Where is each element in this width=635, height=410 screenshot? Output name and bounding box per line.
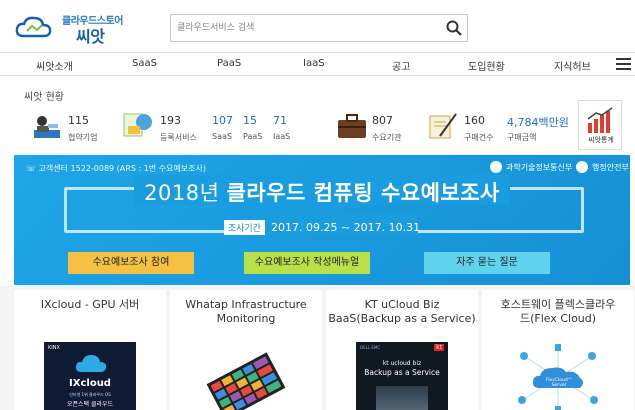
service-card-flexcloud[interactable]: 호스트웨이 플렉스클라우 드(Flex Cloud) FlexCloud™ Se…	[482, 290, 634, 410]
nav-item-intro[interactable]: 씨앗소개	[36, 58, 73, 73]
ministry-logo-icon	[576, 161, 588, 173]
kt-backup-image: DELL EMC kt kt ucloud biz Backup as a Se…	[356, 342, 448, 410]
nav-item-knowledge-hub[interactable]: 지식허브	[554, 58, 591, 73]
nav-item-paas[interactable]: PaaS	[217, 58, 241, 69]
main-nav: 씨앗소개 SaaS PaaS IaaS 공고 도입현황 지식허브	[0, 52, 635, 76]
ixcloud-image: KINX IXcloud 인터넷 1위 클라우드 OS 오픈스택 클라우드	[44, 342, 136, 410]
stat-services-label: 등록서비스	[160, 133, 197, 142]
contract-sign-icon	[429, 113, 457, 139]
bar-chart-icon	[587, 107, 613, 133]
stats-link-button[interactable]: 씨앗통계	[578, 100, 622, 150]
stats-title: 씨앗 현황	[24, 92, 64, 103]
stat-amount-value: 4,784백만원	[507, 116, 569, 129]
stat-purchases-label: 구매건수	[464, 133, 494, 142]
monitoring-grid-icon	[206, 352, 286, 410]
stat-orgs-value: 807	[372, 114, 393, 127]
logo-title: 씨앗	[76, 27, 105, 46]
stats-link-label: 씨앗통계	[588, 136, 614, 144]
banner-headline: 2018년 클라우드 컴퓨팅 수요예보조사	[14, 177, 630, 207]
card-title: Whatap Infrastructure Monitoring	[185, 298, 307, 325]
ministry-science-label: 과학기술정보통신부	[506, 163, 573, 172]
nav-item-notice[interactable]: 공고	[392, 58, 410, 73]
survey-manual-button[interactable]: 수요예보조사 작성메뉴얼	[244, 252, 370, 274]
service-card-ixcloud[interactable]: IXcloud - GPU 서버 KINX IXcloud 인터넷 1위 클라우…	[14, 290, 166, 410]
card-title: 호스트웨이 플렉스클라우 드(Flex Cloud)	[500, 298, 616, 325]
featured-services: IXcloud - GPU 서버 KINX IXcloud 인터넷 1위 클라우…	[0, 286, 635, 410]
flexcloud-diagram-image: FlexCloud™ Server	[512, 342, 604, 410]
stat-iaas-label: IaaS	[273, 132, 291, 141]
whatap-monitor-image	[200, 342, 292, 410]
ministry-interior-label: 행정안전부	[592, 163, 629, 172]
nav-item-iaas[interactable]: IaaS	[303, 58, 325, 69]
faq-button[interactable]: 자주 묻는 질문	[424, 252, 550, 274]
header: 클라우드스토어 씨앗	[0, 0, 635, 52]
callcenter-text: ☏ 고객센터 1522-0089 (ARS : 1번 수요예보조사)	[26, 164, 206, 173]
handshake-icon	[34, 116, 60, 138]
headline-year: 2018년	[144, 181, 220, 205]
cloud-logo-icon	[15, 16, 52, 38]
stats-section: 씨앗 현황 115 협약기업 193 등록서비스 107 SaaS 15 Paa…	[0, 78, 635, 155]
search-input[interactable]	[177, 20, 437, 36]
service-card-kt-ucloud[interactable]: KT uCloud Biz BaaS(Backup as a Service) …	[326, 290, 478, 410]
nav-item-saas[interactable]: SaaS	[132, 58, 157, 69]
briefcase-icon	[338, 114, 366, 138]
period-tag: 조사기간	[223, 220, 265, 235]
stat-amount-label: 구매금액	[507, 133, 537, 142]
site-logo[interactable]: 클라우드스토어 씨앗	[14, 8, 134, 46]
service-card-whatap[interactable]: Whatap Infrastructure Monitoring	[170, 290, 322, 410]
search-box	[170, 14, 468, 42]
stat-partners-label: 협약기업	[68, 133, 98, 142]
stat-saas-label: SaaS	[212, 132, 232, 141]
period-text: 2017. 09.25 ~ 2017. 10.31	[270, 221, 421, 234]
survey-period: 조사기간 2017. 09.25 ~ 2017. 10.31	[14, 217, 630, 236]
ministry-logo-icon	[490, 161, 502, 173]
stat-iaas-value[interactable]: 71	[273, 114, 287, 127]
card-title: KT uCloud Biz BaaS(Backup as a Service)	[328, 298, 476, 325]
card-title: IXcloud - GPU 서버	[40, 298, 140, 311]
server-graphic	[376, 386, 428, 410]
survey-banner[interactable]: ☏ 고객센터 1522-0089 (ARS : 1번 수요예보조사) 과학기술정…	[14, 155, 630, 285]
services-icon	[123, 113, 152, 137]
stat-partners-value: 115	[68, 114, 89, 127]
stat-paas-value[interactable]: 15	[243, 114, 257, 127]
search-icon[interactable]	[445, 19, 463, 37]
cloud-icon	[75, 355, 107, 372]
headline-text: 클라우드 컴퓨팅 수요예보조사	[226, 181, 500, 205]
stat-paas-label: PaaS	[243, 132, 263, 141]
nav-item-adoption[interactable]: 도입현황	[468, 58, 505, 73]
stat-purchases-value: 160	[464, 114, 485, 127]
cloud-diagram-icon	[518, 344, 598, 410]
stat-saas-value[interactable]: 107	[212, 114, 233, 127]
stat-services-value: 193	[160, 114, 181, 127]
survey-join-button[interactable]: 수요예보조사 참여	[68, 252, 194, 274]
stat-orgs-label: 수요기관	[372, 133, 402, 142]
kt-logo-icon: kt	[434, 344, 444, 351]
menu-icon[interactable]	[616, 58, 631, 70]
